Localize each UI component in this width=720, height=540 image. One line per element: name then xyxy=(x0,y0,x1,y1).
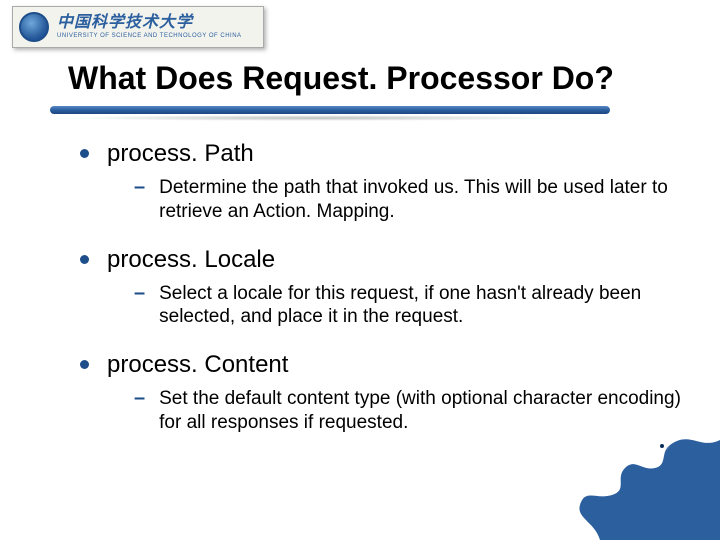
bullet-icon xyxy=(80,149,89,158)
bullet-item: process. Locale xyxy=(80,246,690,274)
sub-item: – Select a locale for this request, if o… xyxy=(134,282,690,330)
logo-text: 中国科学技术大学 UNIVERSITY OF SCIENCE AND TECHN… xyxy=(57,15,242,39)
dash-icon: – xyxy=(134,176,145,199)
logo-seal-icon xyxy=(19,12,49,42)
bullet-item: process. Path xyxy=(80,140,690,168)
slide-content: process. Path – Determine the path that … xyxy=(80,140,690,457)
sub-text: Set the default content type (with optio… xyxy=(159,387,690,435)
bullet-icon xyxy=(80,360,89,369)
logo-english: UNIVERSITY OF SCIENCE AND TECHNOLOGY OF … xyxy=(57,33,242,39)
sub-item: – Determine the path that invoked us. Th… xyxy=(134,176,690,224)
bullet-heading: process. Content xyxy=(107,351,288,379)
bullet-heading: process. Locale xyxy=(107,246,275,274)
bullet-item: process. Content xyxy=(80,351,690,379)
sub-item: – Set the default content type (with opt… xyxy=(134,387,690,435)
sub-text: Determine the path that invoked us. This… xyxy=(159,176,690,224)
university-logo: 中国科学技术大学 UNIVERSITY OF SCIENCE AND TECHN… xyxy=(12,6,264,48)
bullet-heading: process. Path xyxy=(107,140,254,168)
title-underline xyxy=(50,106,610,116)
slide-title: What Does Request. Processor Do? xyxy=(68,60,614,97)
logo-chinese: 中国科学技术大学 xyxy=(57,15,242,31)
dash-icon: – xyxy=(134,387,145,410)
sub-text: Select a locale for this request, if one… xyxy=(159,282,690,330)
dash-icon: – xyxy=(134,282,145,305)
bullet-icon xyxy=(80,255,89,264)
